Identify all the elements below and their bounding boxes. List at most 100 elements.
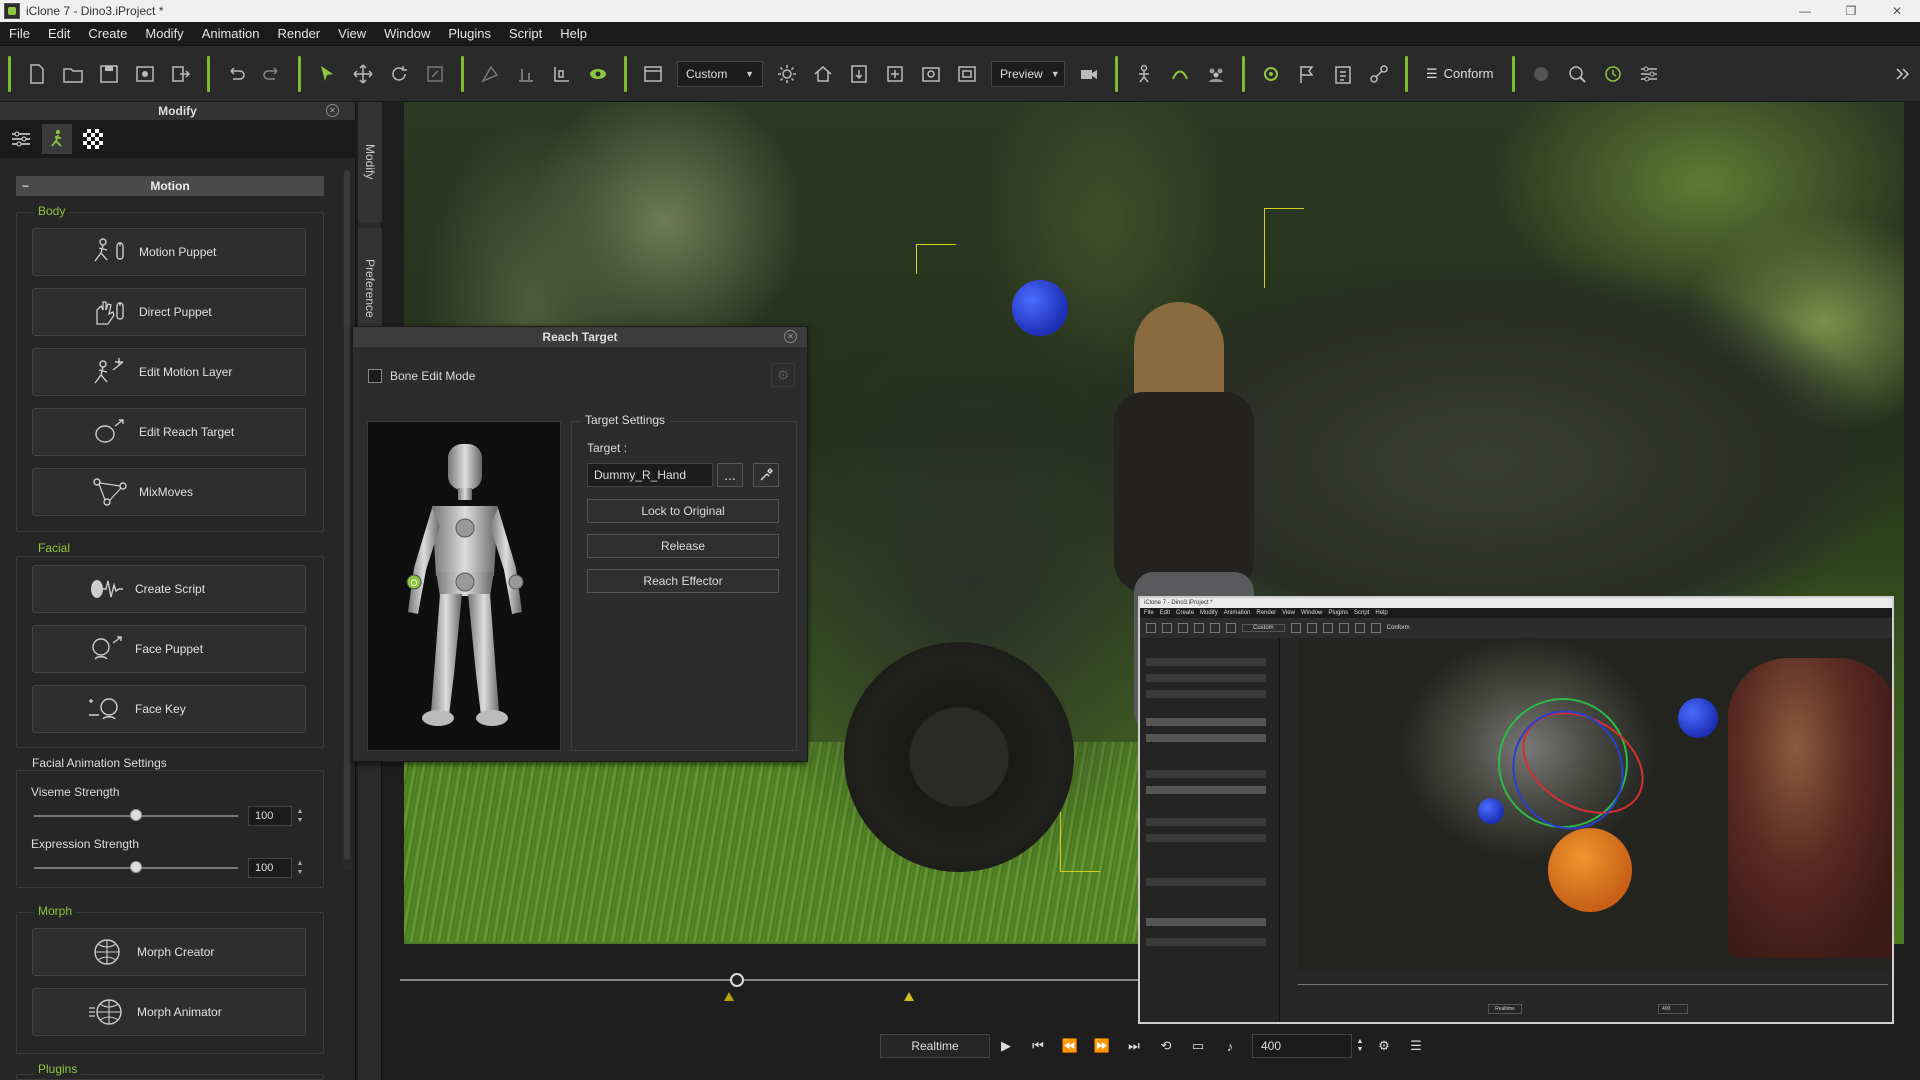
edit-reach-target-button[interactable]: Edit Reach Target — [32, 408, 306, 456]
snap-icon[interactable] — [472, 56, 508, 92]
tab-motion[interactable] — [42, 124, 72, 154]
menu-create[interactable]: Create — [79, 22, 136, 46]
subtitle-icon[interactable]: ▭ — [1182, 1034, 1214, 1058]
bone-edit-mode-checkbox[interactable] — [368, 369, 382, 383]
frame-spinner[interactable]: ▲ ▼ — [1352, 1034, 1368, 1058]
menu-file[interactable]: File — [0, 22, 39, 46]
menu-animation[interactable]: Animation — [193, 22, 269, 46]
go-to-start-icon[interactable]: ⏮ — [1022, 1034, 1054, 1058]
expression-strength-spinner[interactable]: ▲ ▼ — [294, 858, 306, 878]
menu-view[interactable]: View — [329, 22, 375, 46]
spin-up-icon[interactable]: ▲ — [297, 807, 304, 816]
avatar-bone-picker[interactable]: O — [367, 421, 561, 751]
reach-effector-button[interactable]: Reach Effector — [587, 569, 779, 593]
play-icon[interactable]: ▶ — [990, 1034, 1022, 1058]
light-icon[interactable] — [769, 56, 805, 92]
close-button[interactable]: ✕ — [1874, 0, 1920, 22]
target-field[interactable]: Dummy_R_Hand — [587, 463, 713, 487]
frame-down-icon[interactable] — [841, 56, 877, 92]
video-camera-icon[interactable] — [1071, 56, 1107, 92]
spin-down-icon[interactable]: ▼ — [1357, 1046, 1364, 1054]
maximize-button[interactable]: ❐ — [1828, 0, 1874, 22]
scale-icon[interactable] — [417, 56, 453, 92]
open-folder-icon[interactable] — [55, 56, 91, 92]
tab-material[interactable] — [78, 124, 108, 154]
camera-dropdown[interactable]: Custom ▼ — [677, 60, 763, 87]
scrollbar-thumb[interactable] — [344, 170, 350, 860]
viseme-strength-field[interactable]: 100 — [248, 806, 292, 826]
viseme-strength-knob[interactable] — [130, 809, 142, 821]
spin-up-icon[interactable]: ▲ — [1357, 1038, 1364, 1046]
expression-strength-knob[interactable] — [130, 861, 142, 873]
target-circle-icon[interactable] — [1595, 56, 1631, 92]
motion-puppet-button[interactable]: Motion Puppet — [32, 228, 306, 276]
direct-puppet-button[interactable]: Direct Puppet — [32, 288, 306, 336]
render-icon[interactable] — [127, 56, 163, 92]
eyedropper-icon[interactable] — [753, 463, 779, 487]
tab-settings-sliders[interactable] — [6, 124, 36, 154]
morph-creator-button[interactable]: Morph Creator — [32, 928, 306, 976]
minimize-button[interactable]: — — [1782, 0, 1828, 22]
redo-icon[interactable] — [254, 56, 290, 92]
viseme-strength-spinner[interactable]: ▲ ▼ — [294, 806, 306, 826]
motion-icon[interactable] — [1162, 56, 1198, 92]
undo-icon[interactable] — [218, 56, 254, 92]
camera-view-icon[interactable] — [913, 56, 949, 92]
export-icon[interactable] — [163, 56, 199, 92]
menu-help[interactable]: Help — [551, 22, 596, 46]
spin-down-icon[interactable]: ▼ — [297, 816, 304, 825]
modify-panel-scrollbar[interactable] — [343, 170, 351, 870]
reach-target-icon[interactable] — [1253, 56, 1289, 92]
conform-button[interactable]: ☰ Conform — [1416, 66, 1504, 82]
collapse-icon[interactable]: − — [22, 179, 29, 193]
next-frame-icon[interactable]: ⏩ — [1086, 1034, 1118, 1058]
release-button[interactable]: Release — [587, 534, 779, 558]
gear-icon[interactable]: ⚙ — [771, 363, 795, 387]
panel-close-icon[interactable]: ✕ — [326, 104, 339, 117]
edit-motion-layer-button[interactable]: Edit Motion Layer — [32, 348, 306, 396]
motion-section-header[interactable]: − Motion — [16, 176, 324, 196]
move-icon[interactable] — [345, 56, 381, 92]
menu-script[interactable]: Script — [500, 22, 551, 46]
material-sphere-icon[interactable] — [1523, 56, 1559, 92]
face-key-button[interactable]: Face Key — [32, 685, 306, 733]
timeline-marker[interactable] — [904, 992, 914, 1001]
menu-window[interactable]: Window — [375, 22, 439, 46]
search-zoom-icon[interactable] — [1559, 56, 1595, 92]
go-to-end-icon[interactable]: ⏭ — [1118, 1034, 1150, 1058]
viewport-layout-icon[interactable] — [635, 56, 671, 92]
lock-to-original-button[interactable]: Lock to Original — [587, 499, 779, 523]
loop-icon[interactable]: ⟲ — [1150, 1034, 1182, 1058]
spin-up-icon[interactable]: ▲ — [297, 859, 304, 868]
crowd-icon[interactable] — [1198, 56, 1234, 92]
save-icon[interactable] — [91, 56, 127, 92]
mixmoves-button[interactable]: MixMoves — [32, 468, 306, 516]
morph-animator-button[interactable]: Morph Animator — [32, 988, 306, 1036]
menu-plugins[interactable]: Plugins — [439, 22, 500, 46]
timeline-track[interactable] — [400, 979, 1140, 981]
rotate-icon[interactable] — [381, 56, 417, 92]
menu-edit[interactable]: Edit — [39, 22, 79, 46]
align-icon[interactable] — [508, 56, 544, 92]
reach-target-title-bar[interactable]: Reach Target ✕ — [353, 327, 807, 347]
spin-down-icon[interactable]: ▼ — [297, 868, 304, 877]
expression-strength-field[interactable]: 100 — [248, 858, 292, 878]
settings-gear-icon[interactable]: ⚙ — [1368, 1034, 1400, 1058]
grid-icon[interactable] — [949, 56, 985, 92]
overflow-chevron-icon[interactable] — [1884, 56, 1920, 92]
reach-effector-handle[interactable] — [1012, 280, 1068, 336]
timeline-marker[interactable] — [724, 992, 734, 1001]
character-pose-icon[interactable] — [1126, 56, 1162, 92]
face-puppet-button[interactable]: Face Puppet — [32, 625, 306, 673]
music-note-icon[interactable]: ♪ — [1214, 1034, 1246, 1058]
settings-sliders-icon[interactable] — [1631, 56, 1667, 92]
menu-render[interactable]: Render — [269, 22, 330, 46]
home-icon[interactable] — [805, 56, 841, 92]
frame-field[interactable]: 400 — [1252, 1034, 1352, 1058]
select-arrow-icon[interactable] — [309, 56, 345, 92]
menu-modify[interactable]: Modify — [136, 22, 192, 46]
distribute-icon[interactable] — [544, 56, 580, 92]
create-script-button[interactable]: Create Script — [32, 565, 306, 613]
tab-modify[interactable]: Modify — [358, 102, 382, 222]
flag-icon[interactable] — [1289, 56, 1325, 92]
